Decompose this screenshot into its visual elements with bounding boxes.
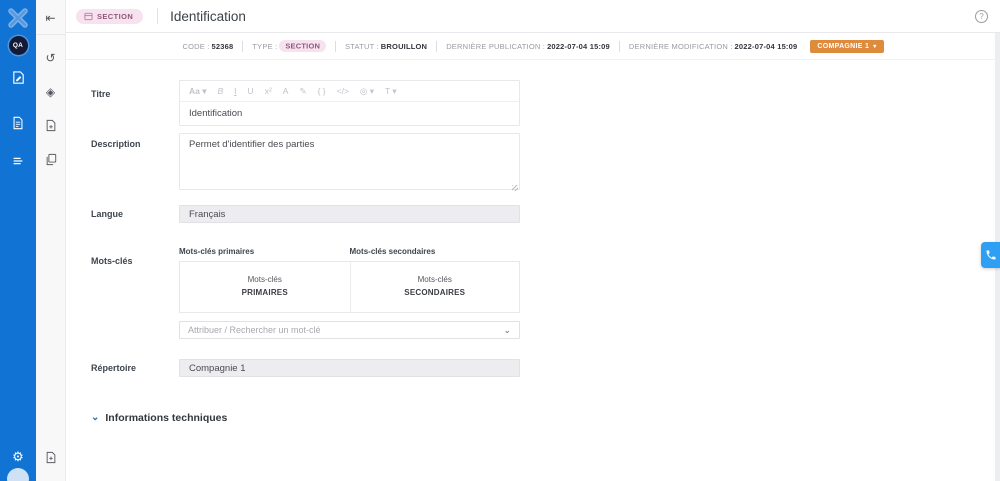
mots-cles-row: Mots-clés Mots-clés primaires Mots-clés … — [91, 247, 1000, 339]
section-badge-icon — [84, 12, 93, 21]
informations-techniques-toggle[interactable]: ⌄ Informations techniques — [91, 412, 1000, 424]
help-icon[interactable]: ? — [975, 10, 988, 23]
phone-icon — [985, 249, 997, 261]
titre-label: Titre — [91, 80, 179, 126]
secondary-sidebar: ⇤ ↺ ◈ — [36, 0, 66, 481]
description-label: Description — [91, 133, 179, 195]
richtext-toolbar-button[interactable]: I — [234, 86, 236, 96]
richtext-toolbar: Aa ▾ BI Ux² A ✎ { } </> ◎ ▾ T ▾ — [180, 81, 519, 102]
meta-derniere-publication: DERNIÈRE PUBLICATION :2022-07-04 15:09 — [446, 42, 610, 51]
meta-separator — [436, 41, 437, 52]
header-divider — [157, 8, 158, 24]
meta-separator — [619, 41, 620, 52]
main-area: SECTION Identification ? CODE :52368 TYP… — [66, 0, 1000, 481]
chevron-down-icon: ▾ — [873, 43, 876, 50]
section-type-badge: SECTION — [76, 9, 143, 24]
collapse-sidebar-icon[interactable]: ⇤ — [36, 8, 66, 28]
richtext-toolbar-button[interactable]: B — [218, 86, 224, 96]
target-icon[interactable]: ◈ — [36, 82, 66, 102]
mots-cles-dropzones: Mots-clés PRIMAIRES Mots-clés SECONDAIRE… — [179, 261, 520, 313]
user-avatar[interactable] — [7, 468, 29, 481]
chevron-down-icon: ⌄ — [503, 325, 511, 336]
qa-environment-badge[interactable]: QA — [9, 36, 28, 55]
richtext-toolbar-button[interactable]: U — [248, 86, 254, 96]
list-icon[interactable] — [0, 151, 36, 171]
description-row: Description — [91, 133, 1000, 195]
repertoire-label: Répertoire — [91, 359, 179, 377]
app-logo-icon[interactable] — [7, 7, 29, 29]
page-header: SECTION Identification ? — [66, 0, 1000, 33]
mots-cles-primaires-dropzone[interactable]: Mots-clés PRIMAIRES — [180, 262, 350, 312]
langue-readonly-field: Français — [179, 205, 520, 223]
richtext-toolbar-button[interactable]: </> — [337, 86, 349, 96]
informations-techniques-label: Informations techniques — [105, 412, 227, 424]
mots-cles-primaires-header: Mots-clés primaires — [179, 247, 350, 256]
primary-sidebar: QA ⚙ — [0, 0, 36, 481]
section-form: Titre Aa ▾ BI Ux² A ✎ { } </> ◎ ▾ T ▾ Identifica… — [66, 60, 1000, 377]
titre-row: Titre Aa ▾ BI Ux² A ✎ { } </> ◎ ▾ T ▾ Identifica… — [91, 80, 1000, 126]
titre-richtext-field: Aa ▾ BI Ux² A ✎ { } </> ◎ ▾ T ▾ Identification — [179, 80, 520, 126]
meta-derniere-modification: DERNIÈRE MODIFICATION :2022-07-04 15:09 — [629, 42, 797, 51]
meta-code: CODE :52368 — [182, 42, 233, 51]
repertoire-row: Répertoire Compagnie 1 — [91, 359, 1000, 377]
phone-contact-button[interactable] — [981, 242, 1000, 268]
mot-cle-search-placeholder: Attribuer / Rechercher un mot-clé — [188, 325, 321, 335]
copy-icon[interactable] — [36, 149, 66, 169]
type-value-pill: SECTION — [279, 40, 326, 52]
langue-label: Langue — [91, 205, 179, 223]
mots-cles-secondaires-dropzone[interactable]: Mots-clés SECONDAIRES — [350, 262, 520, 312]
company-badge-button[interactable]: COMPAGNIE 1 ▾ — [810, 40, 883, 53]
meta-separator — [242, 41, 243, 52]
document-icon[interactable] — [0, 113, 36, 133]
edit-document-icon[interactable] — [0, 67, 36, 87]
description-textarea[interactable] — [179, 133, 520, 190]
meta-type: TYPE :SECTION — [252, 42, 326, 51]
meta-statut: STATUT :BROUILLON — [345, 42, 427, 51]
app-root: QA ⚙ ⇤ ↺ ◈ — [0, 0, 1000, 481]
page-icon[interactable] — [36, 115, 66, 135]
mots-cles-label: Mots-clés — [91, 247, 179, 339]
richtext-toolbar-button[interactable]: x² — [265, 86, 272, 96]
mot-cle-search-select[interactable]: Attribuer / Rechercher un mot-clé ⌄ — [179, 321, 520, 339]
metadata-bar: CODE :52368 TYPE :SECTION STATUT :BROUIL… — [66, 33, 1000, 60]
richtext-toolbar-button[interactable]: A — [283, 86, 289, 96]
chevron-down-icon: ⌄ — [91, 413, 99, 423]
add-document-icon[interactable] — [36, 447, 66, 467]
section-badge-label: SECTION — [97, 12, 133, 21]
history-icon[interactable]: ↺ — [36, 48, 66, 68]
richtext-toolbar-button[interactable]: T ▾ — [385, 86, 397, 97]
richtext-toolbar-button[interactable]: { } — [318, 86, 326, 96]
page-title: Identification — [170, 9, 246, 24]
repertoire-readonly-field: Compagnie 1 — [179, 359, 520, 377]
mots-cles-secondaires-header: Mots-clés secondaires — [350, 247, 521, 256]
sidebar-divider — [36, 34, 66, 35]
richtext-toolbar-button[interactable]: Aa ▾ — [189, 86, 207, 97]
meta-separator — [335, 41, 336, 52]
richtext-toolbar-button[interactable]: ◎ ▾ — [360, 86, 374, 97]
settings-gear-icon[interactable]: ⚙ — [0, 447, 36, 467]
richtext-toolbar-button[interactable]: ✎ — [299, 86, 306, 97]
langue-row: Langue Français — [91, 205, 1000, 223]
titre-input[interactable]: Identification — [180, 102, 519, 125]
